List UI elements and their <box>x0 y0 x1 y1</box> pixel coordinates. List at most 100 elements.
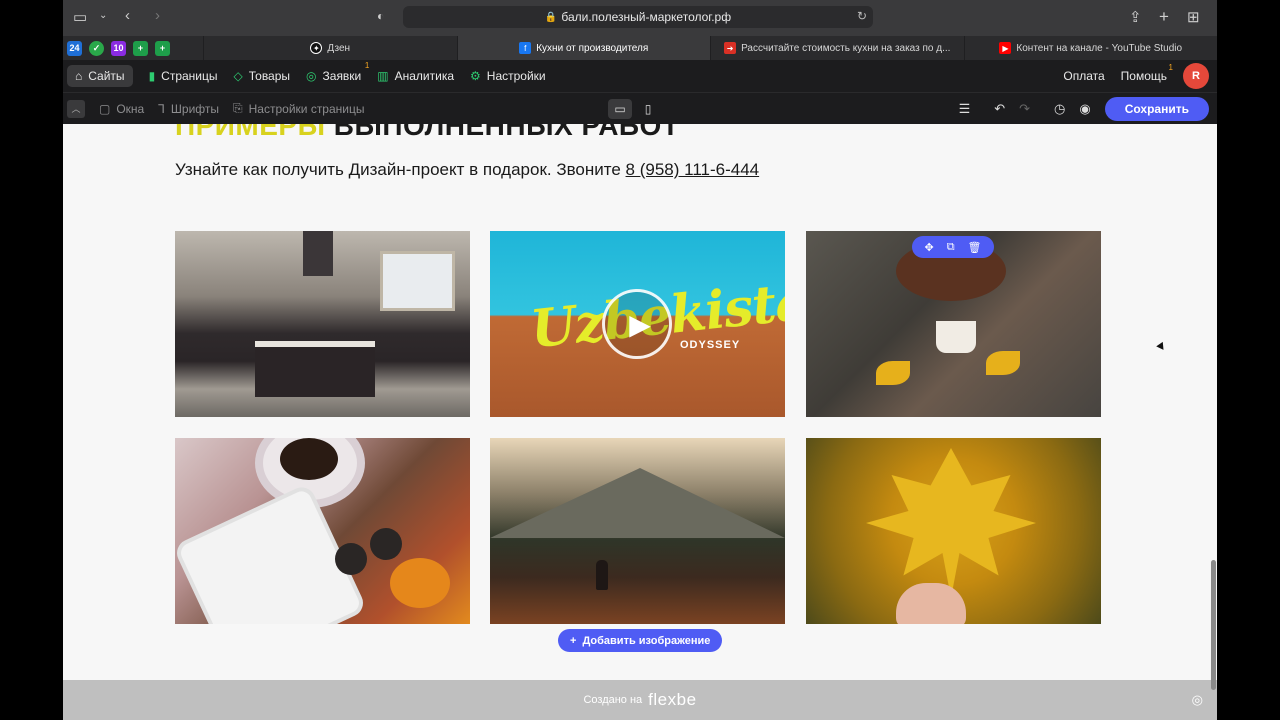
move-icon[interactable]: ✥ <box>924 241 933 254</box>
coffee-shape <box>280 438 338 480</box>
share-icon[interactable]: ⇪ <box>1129 8 1142 26</box>
section-subtitle[interactable]: Узнайте как получить Дизайн-проект в под… <box>175 160 759 180</box>
address-bar[interactable]: 🔒 бали.полезный-маркетолог.рф ↻ <box>403 6 873 28</box>
page-settings-icon: ⎘ <box>233 101 243 115</box>
tag-icon: ◇ <box>233 69 243 83</box>
help-link[interactable]: Помощь 1 <box>1121 63 1173 83</box>
hand-shape <box>896 583 966 624</box>
gallery-image-coffee-phone[interactable] <box>175 438 470 624</box>
tab-overview-icon[interactable]: ⊞ <box>1187 8 1200 26</box>
redo-icon[interactable]: ↷ <box>1019 101 1030 117</box>
page-canvas: ПРИМЕРЫ ВЫПОЛНЕННЫХ РАБОТ Узнайте как по… <box>63 124 1217 680</box>
sidebar-toggle-icon[interactable]: ▭ <box>73 8 87 26</box>
left-letterbox <box>0 0 63 720</box>
nav-pages[interactable]: ▮ Страницы <box>141 65 226 87</box>
privacy-shield-icon[interactable]: ◐ <box>377 9 384 23</box>
leads-icon: ◎ <box>306 69 317 83</box>
fonts-button[interactable]: Ꞁ Шрифты <box>158 102 219 116</box>
pinned-tab-check[interactable]: ✓ <box>89 40 104 56</box>
preview-eye-icon[interactable]: ◉ <box>1079 101 1090 117</box>
heading-highlight: ПРИМЕРЫ <box>175 124 326 141</box>
section-heading[interactable]: ПРИМЕРЫ ВЫПОЛНЕННЫХ РАБОТ <box>175 124 679 142</box>
lock-icon: 🔒 <box>544 11 558 23</box>
flexbe-logo[interactable]: flexbe <box>648 690 696 710</box>
home-icon: ⌂ <box>75 69 83 83</box>
pinned-tab-10[interactable]: 10 <box>111 40 126 56</box>
subtitle-text: Узнайте как получить Дизайн-проект в под… <box>175 160 626 179</box>
page-settings-button[interactable]: ⎘ Настройки страницы <box>233 101 364 116</box>
nav-settings[interactable]: ⚙ Настройки <box>462 65 554 87</box>
new-tab-icon[interactable]: + <box>1159 7 1169 27</box>
scrollbar[interactable] <box>1211 560 1216 690</box>
nav-label: Заявки <box>322 69 362 83</box>
sliders-icon[interactable]: ☰ <box>959 101 971 117</box>
pinned-tabs: 24 ✓ 10 + + <box>63 36 203 60</box>
dzen-icon: ✦ <box>310 42 323 54</box>
gallery-image-maple-leaf[interactable] <box>806 438 1101 624</box>
gallery-image-mountains[interactable] <box>490 438 785 624</box>
nav-leads[interactable]: ◎ Заявки 1 <box>298 61 369 87</box>
phone-link[interactable]: 8 (958) 111-6-444 <box>626 160 760 179</box>
right-letterbox <box>1217 0 1280 720</box>
editor-toolbar: ︿ ▢ Окна Ꞁ Шрифты ⎘ Настройки страницы ▭… <box>63 92 1217 124</box>
nav-analytics[interactable]: ▥ Аналитика <box>369 65 462 87</box>
footer-made-with: Создано на <box>583 694 643 706</box>
leaf-shape <box>986 351 1020 375</box>
font-icon: Ꞁ <box>158 101 165 116</box>
cup-shape <box>936 321 976 353</box>
desktop-icon[interactable]: ▭ <box>608 99 632 119</box>
tab-dzen[interactable]: ✦ Дзен <box>203 36 457 60</box>
tab-label: Дзен <box>327 42 351 54</box>
leaf-shape <box>876 361 910 385</box>
window-icon: ▢ <box>99 101 111 116</box>
page-settings-label: Настройки страницы <box>248 101 365 116</box>
maple-leaf-shape <box>866 448 1036 598</box>
chart-icon: ▥ <box>377 69 389 83</box>
pinned-tab-sheets-2[interactable]: + <box>155 40 170 56</box>
mobile-icon[interactable]: ▯ <box>636 99 660 119</box>
nav-label: Сайты <box>88 69 125 83</box>
help-badge: 1 <box>1168 63 1173 72</box>
nav-label: Аналитика <box>394 69 455 83</box>
history-icon[interactable]: ◷ <box>1054 101 1065 117</box>
main-nav: ⌂ Сайты ▮ Страницы ◇ Товары ◎ Заявки 1 ▥… <box>63 60 1217 92</box>
collapse-icon[interactable]: ︿ <box>67 99 85 118</box>
nav-sites[interactable]: ⌂ Сайты <box>67 65 133 87</box>
gallery-video-uzbekistan[interactable]: Uzbekistan ODYSSEY ▶ <box>490 231 785 417</box>
duplicate-icon[interactable]: ⧉ <box>947 241 955 254</box>
pinned-tab-sheets-1[interactable]: + <box>133 40 148 56</box>
delete-icon[interactable]: 🗑 <box>968 241 982 254</box>
nav-products[interactable]: ◇ Товары <box>226 65 299 87</box>
youtube-icon: ▶ <box>999 42 1012 54</box>
play-icon[interactable]: ▶ <box>602 289 672 359</box>
payment-link[interactable]: Оплата <box>1063 69 1104 83</box>
tab-calculate[interactable]: ➜ Рассчитайте стоимость кухни на заказ п… <box>710 36 964 60</box>
tab-youtube-studio[interactable]: ▶ Контент на канале - YouTube Studio <box>963 36 1218 60</box>
gallery-image-kitchen[interactable] <box>175 231 470 417</box>
chevron-down-icon[interactable]: ⌄ <box>99 10 107 21</box>
hide-eye-icon[interactable]: ◎ <box>1192 692 1203 708</box>
avatar[interactable]: R <box>1183 63 1209 89</box>
back-icon[interactable]: ‹ <box>125 7 130 24</box>
save-button[interactable]: Сохранить <box>1104 97 1209 121</box>
nav-label: Настройки <box>486 69 546 83</box>
add-image-button[interactable]: + Добавить изображение <box>558 629 723 652</box>
editor-actions: ☰ ↶ ↷ ◷ ◉ Сохранить <box>959 97 1209 121</box>
gallery-image-autumn-table[interactable]: ✥ ⧉ 🗑 <box>806 231 1101 417</box>
gear-icon: ⚙ <box>470 69 481 83</box>
cookie-shape <box>370 528 402 560</box>
pumpkin-shape <box>390 558 450 608</box>
tab-label: Кухни от производителя <box>536 42 649 54</box>
pinned-tab-24[interactable]: 24 <box>67 40 82 56</box>
reload-icon[interactable]: ↻ <box>857 9 867 23</box>
fonts-label: Шрифты <box>170 101 220 116</box>
tab-kitchens[interactable]: f Кухни от производителя <box>456 36 710 60</box>
windows-button[interactable]: ▢ Окна <box>99 102 144 116</box>
pages-icon: ▮ <box>148 69 156 83</box>
url-text: бали.полезный-маркетолог.рф <box>561 10 732 24</box>
image-toolbar: ✥ ⧉ 🗑 <box>912 236 994 258</box>
nav-label: Товары <box>248 69 291 83</box>
forward-icon[interactable]: › <box>155 7 160 24</box>
undo-icon[interactable]: ↶ <box>994 101 1005 117</box>
tab-label: Рассчитайте стоимость кухни на заказ по … <box>741 42 951 54</box>
